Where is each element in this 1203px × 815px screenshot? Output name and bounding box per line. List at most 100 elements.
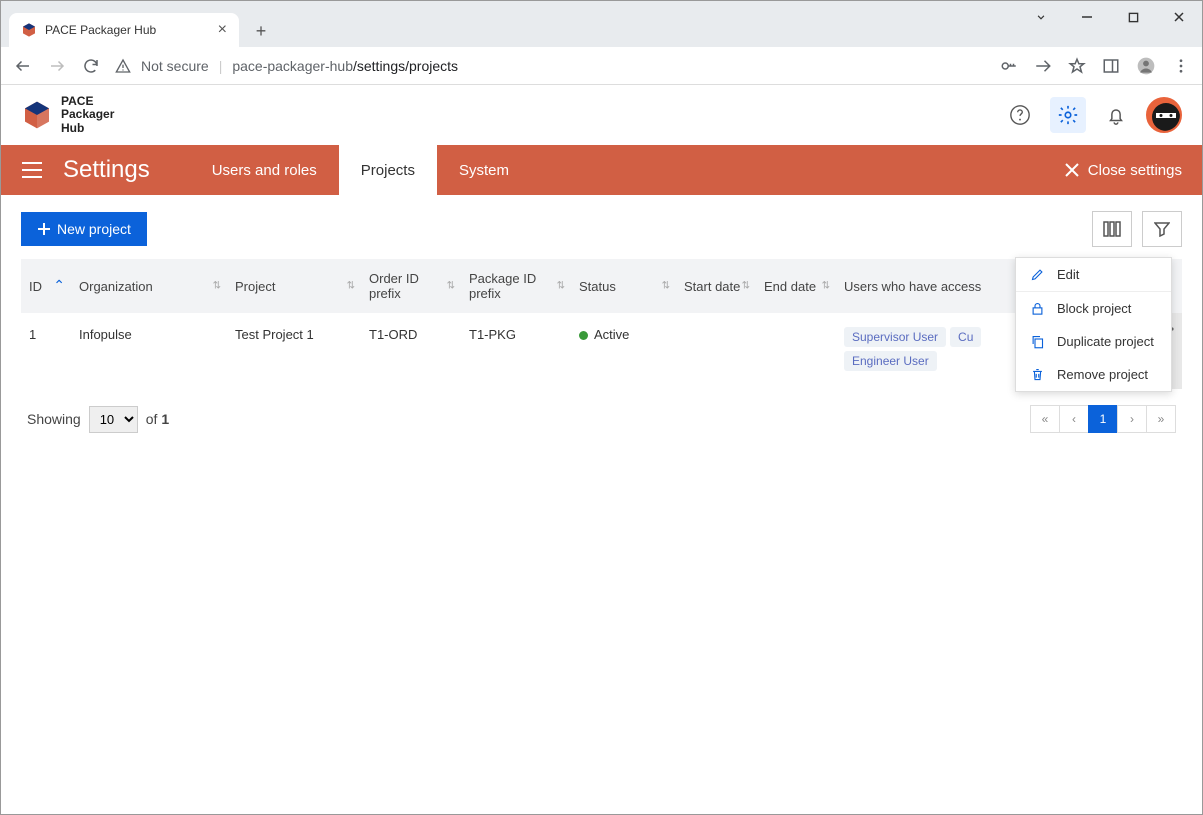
cell-status: Active <box>571 313 676 389</box>
page-size-select[interactable]: 10 <box>89 406 138 433</box>
page-last-button[interactable]: » <box>1146 405 1176 433</box>
sort-icon: ⇅ <box>557 283 565 290</box>
sort-icon: ⇅ <box>447 283 455 290</box>
page-first-button[interactable]: « <box>1030 405 1060 433</box>
new-project-button[interactable]: New project <box>21 212 147 246</box>
user-chip[interactable]: Engineer User <box>844 351 937 371</box>
total-count: 1 <box>161 411 169 427</box>
browser-tab-title: PACE Packager Hub <box>45 23 210 37</box>
close-icon <box>1064 162 1080 178</box>
copy-icon <box>1030 334 1045 349</box>
col-package-prefix[interactable]: Package ID prefix⇅ <box>461 259 571 313</box>
cell-id: 1 <box>21 313 71 389</box>
window-close-button[interactable] <box>1156 1 1202 33</box>
cell-organization: Infopulse <box>71 313 227 389</box>
url-field[interactable]: Not secure | pace-packager-hub/settings/… <box>115 58 986 74</box>
favicon-cube-icon <box>21 22 37 38</box>
col-order-prefix[interactable]: Order ID prefix⇅ <box>361 259 461 313</box>
window-minimize-button[interactable] <box>1064 1 1110 33</box>
user-chip[interactable]: Cu <box>950 327 981 347</box>
help-button[interactable] <box>1002 97 1038 133</box>
browser-tab[interactable]: PACE Packager Hub × <box>9 13 239 47</box>
sort-icon: ⇅ <box>213 283 221 290</box>
table-footer: Showing 10 of 1 « ‹ 1 › » <box>21 389 1182 449</box>
status-dot-icon <box>579 331 588 340</box>
nav-tab-system[interactable]: System <box>437 145 531 195</box>
col-end-date[interactable]: End date⇅ <box>756 259 836 313</box>
col-start-date[interactable]: Start date⇅ <box>676 259 756 313</box>
user-chip[interactable]: Supervisor User <box>844 327 946 347</box>
browser-tab-strip: PACE Packager Hub × + <box>1 1 275 47</box>
logo-text-2: Packager <box>61 108 114 121</box>
key-icon[interactable] <box>1000 57 1018 75</box>
app-logo[interactable]: PACE Packager Hub <box>21 95 114 135</box>
hamburger-icon[interactable] <box>21 161 43 179</box>
sort-icon: ⇅ <box>662 283 670 290</box>
nav-title: Settings <box>63 156 150 184</box>
panel-icon[interactable] <box>1102 57 1120 75</box>
col-status[interactable]: Status⇅ <box>571 259 676 313</box>
menu-item-duplicate[interactable]: Duplicate project <box>1016 325 1171 358</box>
cell-order-prefix: T1-ORD <box>361 313 461 389</box>
col-organization[interactable]: Organization⇅ <box>71 259 227 313</box>
close-settings-button[interactable]: Close settings <box>1064 162 1182 179</box>
page-number-button[interactable]: 1 <box>1088 405 1118 433</box>
tab-close-icon[interactable]: × <box>218 21 227 39</box>
menu-item-remove[interactable]: Remove project <box>1016 358 1171 391</box>
logo-cube-icon <box>21 99 53 131</box>
content-area: New project ID⌃ Organization⇅ Project⇅ O… <box>1 195 1202 465</box>
trash-icon <box>1030 367 1045 382</box>
menu-item-edit[interactable]: Edit <box>1016 258 1171 291</box>
of-label: of <box>146 411 158 427</box>
new-project-label: New project <box>57 221 131 237</box>
table-row[interactable]: 1 Infopulse Test Project 1 T1-ORD T1-PKG… <box>21 313 1182 389</box>
sort-icon: ⇅ <box>742 283 750 290</box>
settings-button[interactable] <box>1050 97 1086 133</box>
browser-titlebar: PACE Packager Hub × + <box>1 1 1202 47</box>
url-host: pace-packager-hub <box>232 58 353 74</box>
close-settings-label: Close settings <box>1088 162 1182 179</box>
kebab-icon[interactable] <box>1172 57 1190 75</box>
sort-icon: ⇅ <box>347 283 355 290</box>
share-icon[interactable] <box>1034 57 1052 75</box>
window-maximize-button[interactable] <box>1110 1 1156 33</box>
filter-button[interactable] <box>1142 211 1182 247</box>
browser-url-bar: Not secure | pace-packager-hub/settings/… <box>1 47 1202 85</box>
page-next-button[interactable]: › <box>1117 405 1147 433</box>
nav-reload-button[interactable] <box>81 56 101 76</box>
cell-package-prefix: T1-PKG <box>461 313 571 389</box>
pagination: « ‹ 1 › » <box>1031 405 1176 433</box>
col-id[interactable]: ID⌃ <box>21 259 71 313</box>
row-context-menu: Edit Block project Duplicate project Rem… <box>1015 257 1172 392</box>
toolbar: New project <box>21 211 1182 247</box>
profile-icon[interactable] <box>1136 56 1156 76</box>
cell-project: Test Project 1 <box>227 313 361 389</box>
url-path: /settings/projects <box>353 58 458 74</box>
nav-tab-projects[interactable]: Projects <box>339 145 437 195</box>
notifications-button[interactable] <box>1098 97 1134 133</box>
settings-nav: Settings Users and roles Projects System… <box>1 145 1202 195</box>
projects-table: ID⌃ Organization⇅ Project⇅ Order ID pref… <box>21 259 1182 389</box>
cell-start-date <box>676 313 756 389</box>
lock-icon <box>1030 301 1045 316</box>
page-prev-button[interactable]: ‹ <box>1059 405 1089 433</box>
nav-back-button[interactable] <box>13 56 33 76</box>
new-tab-button[interactable]: + <box>247 17 275 45</box>
sort-asc-icon: ⌃ <box>53 281 65 291</box>
not-secure-label: Not secure <box>141 58 209 74</box>
pencil-icon <box>1030 267 1045 282</box>
star-icon[interactable] <box>1068 57 1086 75</box>
col-project[interactable]: Project⇅ <box>227 259 361 313</box>
menu-item-block[interactable]: Block project <box>1016 292 1171 325</box>
showing-label: Showing <box>27 411 81 427</box>
warning-icon <box>115 58 131 74</box>
cell-end-date <box>756 313 836 389</box>
chevron-down-icon[interactable] <box>1018 1 1064 33</box>
logo-text-3: Hub <box>61 122 114 135</box>
columns-button[interactable] <box>1092 211 1132 247</box>
nav-forward-button[interactable] <box>47 56 67 76</box>
nav-tab-users[interactable]: Users and roles <box>190 145 339 195</box>
plus-icon <box>37 222 51 236</box>
avatar[interactable] <box>1146 97 1182 133</box>
app-header: PACE Packager Hub <box>1 85 1202 145</box>
